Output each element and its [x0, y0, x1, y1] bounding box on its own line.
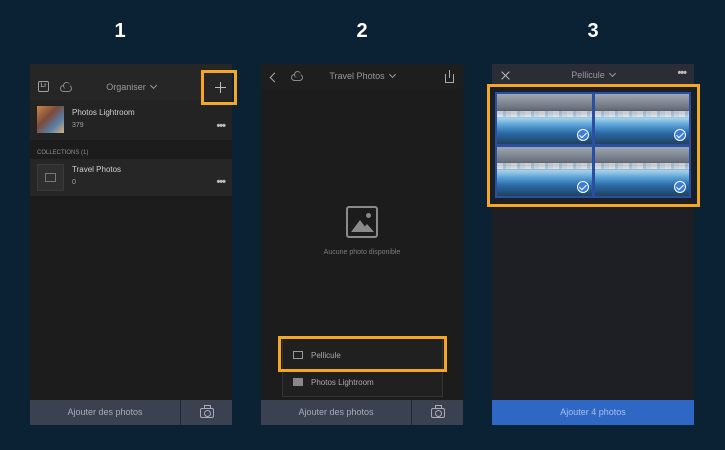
album-count: 379 [72, 122, 84, 129]
collections-section-label: COLLECTIONS (1) [37, 150, 89, 156]
list-item-all-photos[interactable]: Photos Lightroom 379 ••• [30, 100, 232, 140]
header-title: Travel Photos [329, 71, 385, 81]
screen-organiser: Lr Organiser Photos Lightroom 379 ••• CO… [30, 64, 232, 425]
empty-album-image-icon [346, 206, 378, 238]
image-icon [45, 173, 56, 182]
collection-count: 0 [72, 179, 76, 186]
step-number-2: 2 [356, 20, 368, 42]
more-options-icon[interactable]: ••• [216, 176, 226, 188]
add-photos-button[interactable]: Ajouter des photos [30, 400, 180, 425]
chevron-down-icon [608, 69, 616, 78]
camera-button[interactable] [411, 400, 463, 425]
album-name: Photos Lightroom [72, 108, 135, 117]
library-icon [293, 378, 303, 386]
camera-button[interactable] [180, 400, 232, 425]
camera-icon [430, 404, 445, 418]
step-number-3: 3 [587, 20, 599, 42]
collection-thumbnail [37, 164, 64, 191]
source-dropdown[interactable]: Pellicule [492, 69, 694, 80]
bottom-bar: Ajouter des photos [261, 400, 463, 425]
chevron-down-icon [388, 70, 396, 79]
share-icon[interactable] [445, 70, 454, 83]
collection-name: Travel Photos [72, 165, 122, 174]
header: Pellicule ••• [492, 64, 694, 86]
menu-item-label: Photos Lightroom [311, 378, 374, 387]
add-photos-button[interactable]: Ajouter des photos [261, 400, 411, 425]
bottom-bar: Ajouter des photos [30, 400, 232, 425]
more-options-icon[interactable]: ••• [216, 120, 226, 132]
highlight-plus-button [201, 70, 237, 105]
highlight-photo-grid [487, 84, 700, 207]
menu-item-photos-lightroom[interactable]: Photos Lightroom [283, 370, 442, 395]
highlight-pellicule [278, 336, 447, 372]
album-title-dropdown[interactable]: Travel Photos [261, 70, 463, 81]
photo-thumbnail [37, 106, 64, 133]
header-title: Pellicule [571, 70, 605, 80]
list-item-collection[interactable]: Travel Photos 0 ••• [30, 159, 232, 196]
add-selected-photos-button[interactable]: Ajouter 4 photos [492, 400, 694, 425]
header: Travel Photos [261, 64, 463, 89]
more-options-icon[interactable]: ••• [677, 67, 687, 79]
camera-icon [199, 404, 214, 418]
step-number-1: 1 [114, 20, 126, 42]
chevron-down-icon [149, 81, 157, 90]
empty-state-text: Aucune photo disponible [323, 249, 401, 256]
header-title: Organiser [106, 82, 146, 92]
